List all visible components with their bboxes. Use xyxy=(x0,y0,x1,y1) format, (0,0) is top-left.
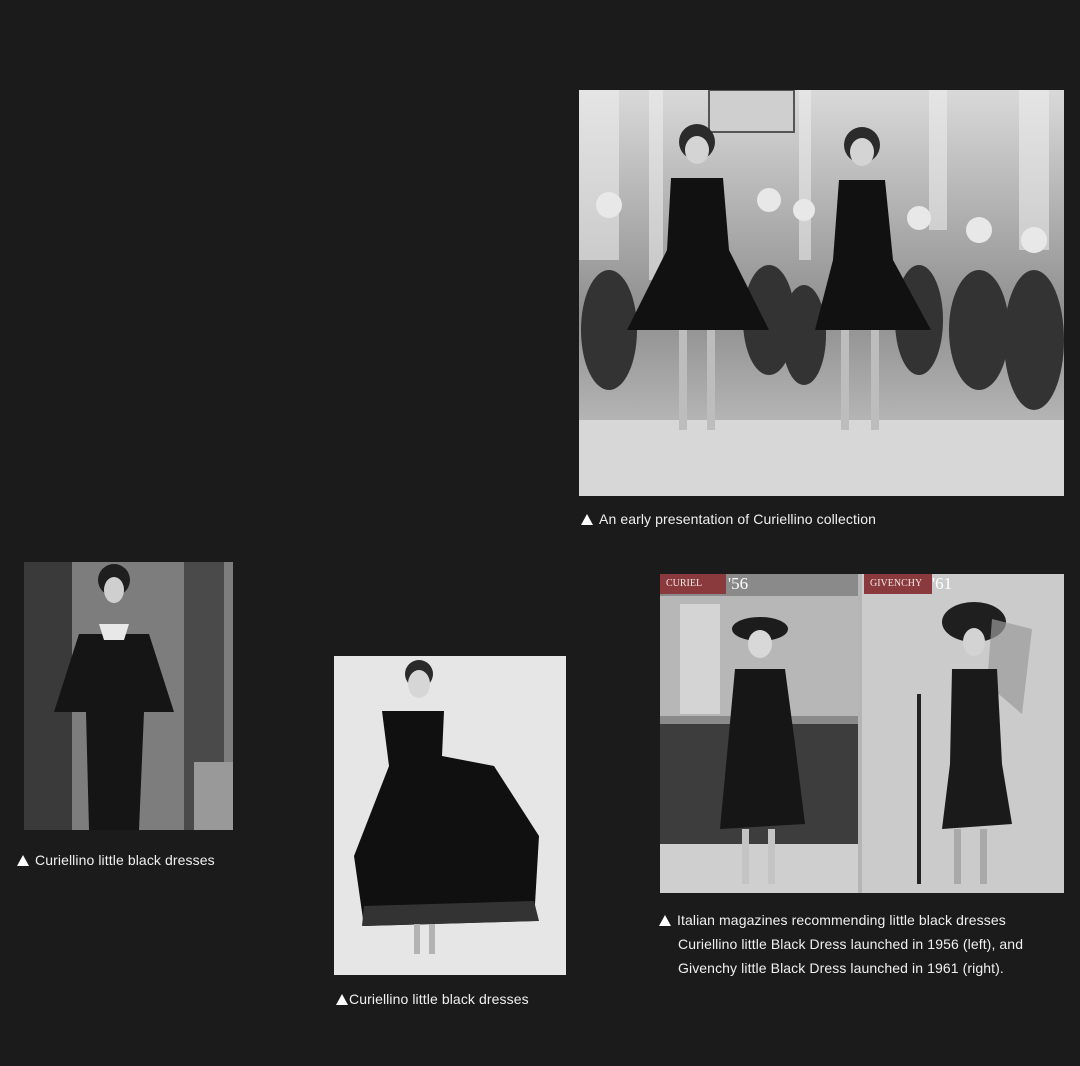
magazine-left-image xyxy=(660,574,858,893)
presentation-photo xyxy=(579,90,1064,496)
dress-left-caption-text: Curiellino little black dresses xyxy=(35,852,215,868)
magazines-caption-line2: Curiellino little Black Dress launched i… xyxy=(678,936,1024,952)
triangle-up-icon xyxy=(581,514,593,525)
dress-center-photo xyxy=(334,656,566,975)
magazine-left-panel: CURIEL '56 xyxy=(660,574,858,893)
dress-left-photo xyxy=(24,562,233,830)
dress-center-caption-text: Curiellino little black dresses xyxy=(349,991,529,1007)
dress-center-photo-image xyxy=(334,656,566,975)
triangle-up-icon xyxy=(17,855,29,866)
presentation-photo-image xyxy=(579,90,1064,496)
magazines-caption-line1: Italian magazines recommending little bl… xyxy=(659,908,1059,932)
magazines-caption-line3: Givenchy little Black Dress launched in … xyxy=(678,960,1004,976)
magazines-caption: Italian magazines recommending little bl… xyxy=(659,908,1059,980)
triangle-up-icon xyxy=(336,994,348,1005)
magazine-left-brand: CURIEL xyxy=(660,574,726,594)
magazine-right-brand: GIVENCHY xyxy=(864,574,932,594)
magazine-right-year: '61 xyxy=(932,574,953,593)
magazine-right-image xyxy=(862,574,1064,893)
presentation-caption: An early presentation of Curiellino coll… xyxy=(581,507,876,531)
dress-left-photo-image xyxy=(24,562,233,830)
magazine-right-panel: GIVENCHY '61 xyxy=(862,574,1064,893)
dress-left-caption: Curiellino little black dresses xyxy=(17,848,215,872)
magazine-left-year: '56 xyxy=(728,574,749,593)
magazines-photo: CURIEL '56 GIVENCHY '61 xyxy=(660,574,1064,893)
magazines-caption-line1-text: Italian magazines recommending little bl… xyxy=(677,912,1006,928)
dress-center-caption: Curiellino little black dresses xyxy=(336,987,529,1011)
triangle-up-icon xyxy=(659,915,671,926)
presentation-caption-text: An early presentation of Curiellino coll… xyxy=(599,511,876,527)
